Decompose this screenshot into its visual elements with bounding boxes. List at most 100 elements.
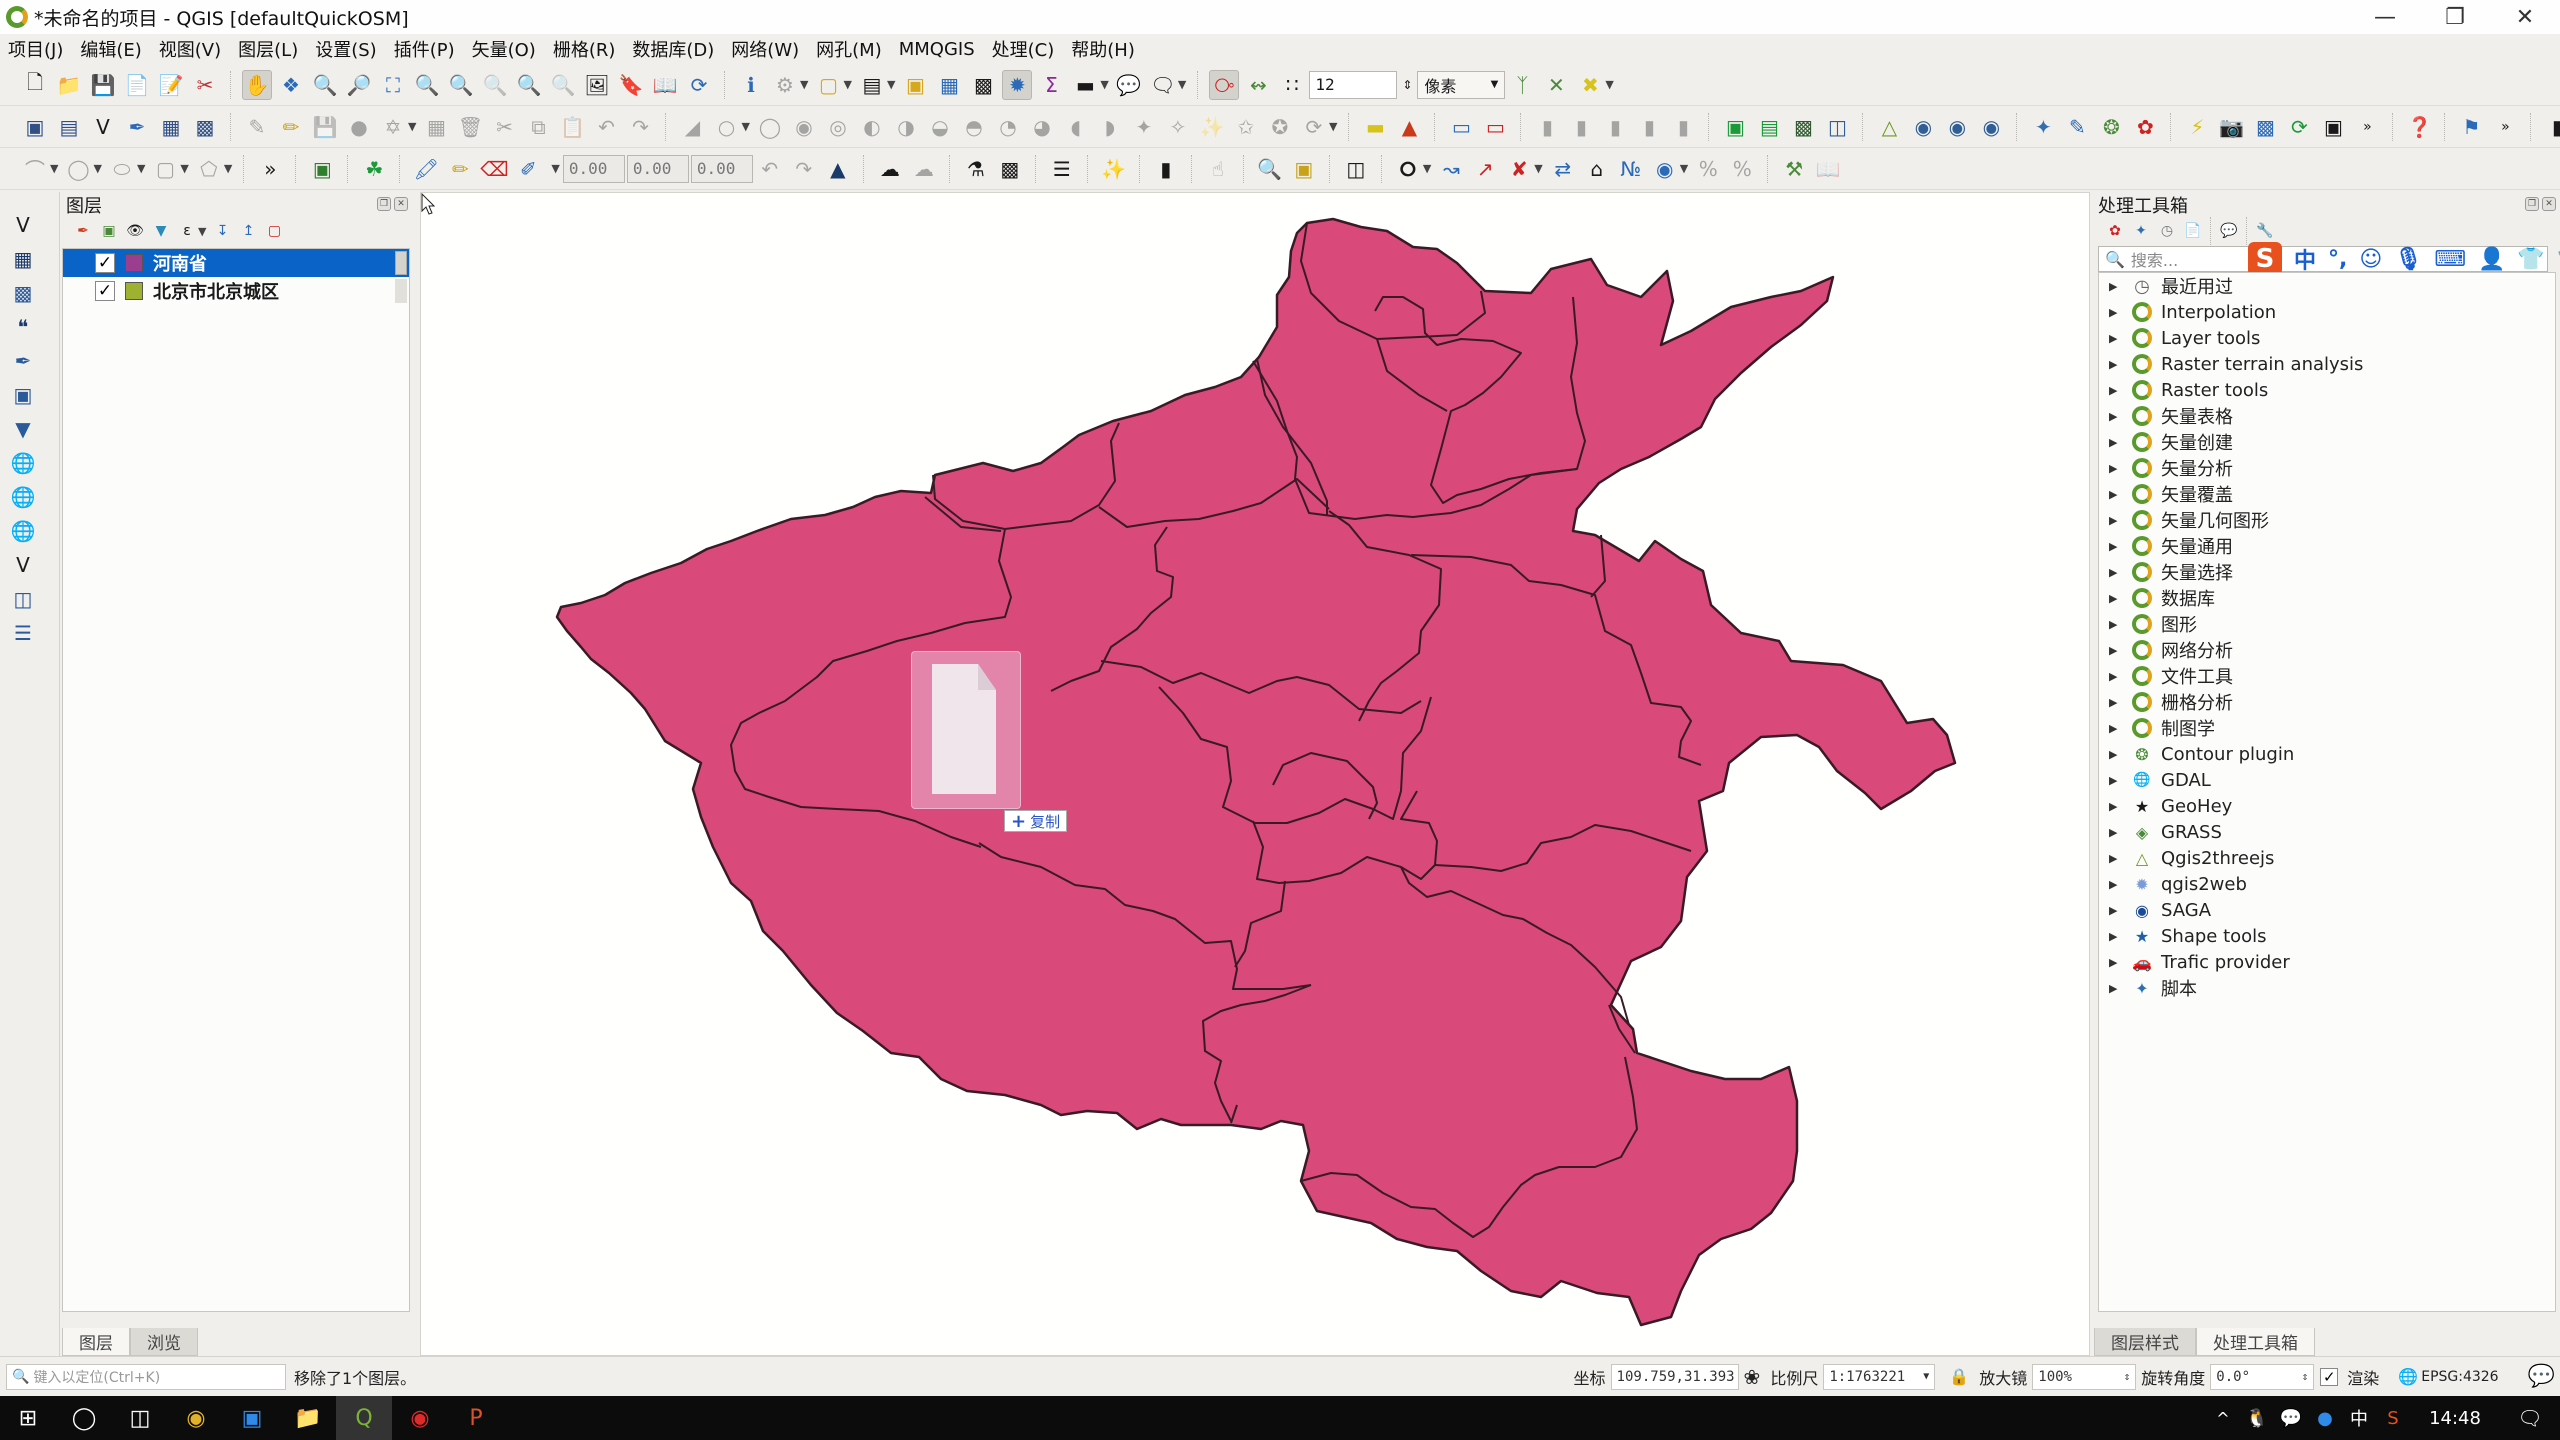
map-tips-icon[interactable]: 💬 (1114, 70, 1144, 100)
menu-help[interactable]: 帮助(H) (1071, 36, 1135, 62)
expand-arrow-icon[interactable]: ▶ (2109, 826, 2131, 839)
scale-feature-icon[interactable]: ✩ (1231, 112, 1261, 142)
delete-selected-icon[interactable]: 🗑 (455, 112, 485, 142)
vertex-tool-icon[interactable]: ✡ (378, 112, 408, 142)
statistical-summary-icon[interactable]: Σ (1036, 70, 1066, 100)
snapping-mode-icon[interactable]: ↭ (1243, 70, 1273, 100)
expand-arrow-icon[interactable]: ▶ (2109, 332, 2131, 345)
show-labels-icon[interactable]: ▭ (1446, 112, 1476, 142)
coordinate-input[interactable]: 109.759,31.393 (1610, 1363, 1739, 1390)
zoom-in-icon[interactable]: 🔍 (310, 70, 340, 100)
feather-tray-icon[interactable]: ● (2308, 1396, 2342, 1440)
zoom-last-icon[interactable]: 🔍 (514, 70, 544, 100)
merge-attributes-icon[interactable]: ◖ (1061, 112, 1091, 142)
open-layer-styling-icon[interactable]: ✒ (72, 220, 94, 242)
powerpoint-icon[interactable]: P (448, 1396, 504, 1440)
current-edits-icon[interactable]: ✎ (242, 112, 272, 142)
python-console-icon[interactable]: ✦ (2028, 112, 2058, 142)
expand-arrow-icon[interactable]: ▶ (2109, 904, 2131, 917)
new-temp-layer-icon[interactable]: ✒ (122, 112, 152, 142)
pin-diagram-icon[interactable]: ▮ (1634, 112, 1664, 142)
expand-arrow-icon[interactable]: ▶ (2109, 878, 2131, 891)
expand-arrow-icon[interactable]: ▶ (2109, 774, 2131, 787)
results-viewer-icon[interactable]: 📄 (2182, 220, 2204, 242)
deselect-all-icon[interactable]: ▣ (900, 70, 930, 100)
add-wcs-layer-icon[interactable]: 🌐 (8, 482, 38, 512)
snapping-intersection-icon[interactable]: ✕ (1541, 70, 1571, 100)
more-tools-icon[interactable]: » (2352, 112, 2382, 142)
magnifier-input[interactable]: 100% ⇕ (2032, 1363, 2137, 1390)
add-gpx-layer-icon[interactable]: ✒ (8, 346, 38, 376)
copy-features-icon[interactable]: ⧉ (523, 112, 553, 142)
new-spatialite-layer-icon[interactable]: ▦ (156, 112, 186, 142)
fill-ring-icon[interactable]: ◉ (789, 112, 819, 142)
redo-icon[interactable]: ↷ (625, 112, 655, 142)
add-rectangle-icon[interactable]: ▢ (150, 154, 180, 184)
layer-visibility-checkbox[interactable]: ✓ (95, 281, 115, 301)
rotation-input[interactable]: 0.0° ⇕ (2210, 1363, 2315, 1390)
add-circular-string-icon[interactable]: ⌒ (20, 154, 50, 184)
sogou-tray-icon[interactable]: S (2376, 1396, 2410, 1440)
locator-search-input[interactable]: 🔍 键入以定位(Ctrl+K) (6, 1363, 286, 1390)
menu-processing[interactable]: 处理(C) (992, 36, 1055, 62)
save-edits-icon[interactable]: 💾 (310, 112, 340, 142)
expand-arrow-icon[interactable]: ▶ (2109, 358, 2131, 371)
map-edit-icon[interactable]: ▣ (1289, 154, 1319, 184)
toolbox-item[interactable]: ▶ 栅格分析 (2099, 689, 2555, 715)
pick-color-icon[interactable]: 🖍 (411, 154, 441, 184)
barrel-icon[interactable]: ▮ (1151, 154, 1181, 184)
split-parts-icon[interactable]: ◔ (993, 112, 1023, 142)
layers-stack-icon[interactable]: ☰ (1047, 154, 1077, 184)
toolbox-item[interactable]: ▶ 网络分析 (2099, 637, 2555, 663)
toolbox-item[interactable]: ▶ 图形 (2099, 611, 2555, 637)
ime-chinese-mode-icon[interactable]: 中 (2294, 243, 2316, 275)
task-view-icon[interactable]: ◫ (112, 1396, 168, 1440)
hide-labels-icon[interactable]: ▭ (1480, 112, 1510, 142)
add-vector-layer-icon[interactable]: V (8, 210, 38, 240)
new-geopackage-layer-icon[interactable]: ▤ (54, 112, 84, 142)
fill-tool-icon[interactable]: ✐ (513, 154, 543, 184)
expand-arrow-icon[interactable]: ▶ (2109, 644, 2131, 657)
sync-icon[interactable]: ⟳ (2284, 112, 2314, 142)
expand-arrow-icon[interactable]: ▶ (2109, 410, 2131, 423)
attribute-table-icon[interactable]: ▦ (934, 70, 964, 100)
capture-icon[interactable]: ▣ (2318, 112, 2348, 142)
snap-tolerance-input[interactable]: 12 (1309, 70, 1398, 99)
add-mesh-icon[interactable]: ▩ (1788, 112, 1818, 142)
touch-tool-icon[interactable]: ☝ (1203, 154, 1233, 184)
paste-features-icon[interactable]: 📋 (557, 112, 587, 142)
rotate-y-input[interactable]: 0.00 (626, 154, 689, 183)
db-manager-icon[interactable]: ◫ (1822, 112, 1852, 142)
zoom-to-layer-icon[interactable]: 🔍 (446, 70, 476, 100)
pencil-icon[interactable]: ✏ (445, 154, 475, 184)
menu-settings[interactable]: 设置(S) (315, 36, 376, 62)
tab-layer-styling[interactable]: 图层样式 (2094, 1328, 2196, 1356)
expand-arrow-icon[interactable]: ▶ (2109, 748, 2131, 761)
processing-toolbox-icon[interactable]: ✹ (1002, 69, 1033, 100)
snap-unit-select[interactable]: 像素 ▼ (1417, 70, 1506, 99)
messages-icon[interactable]: 💬 (2528, 1364, 2555, 1389)
layer-tree-scrollbar[interactable] (395, 251, 407, 275)
options-icon[interactable]: 🔧 (2254, 220, 2276, 242)
restore-button[interactable]: ❐ (2420, 0, 2490, 34)
expand-arrow-icon[interactable]: ▶ (2109, 384, 2131, 397)
expand-arrow-icon[interactable]: ▶ (2109, 280, 2131, 293)
ime-keyboard-icon[interactable]: ⌨ (2434, 247, 2466, 272)
toolbox-item[interactable]: ▶ ✹ qgis2web (2099, 871, 2555, 897)
plugin-map-icon[interactable]: ✿ (2130, 112, 2160, 142)
lock-scale-icon[interactable]: 🔒 (1949, 1367, 1969, 1386)
render-checkbox[interactable]: ✓ (2320, 1367, 2339, 1386)
identify-features-icon[interactable]: ℹ (736, 70, 766, 100)
data-source-manager-icon[interactable]: ▣ (20, 112, 50, 142)
expand-arrow-icon[interactable]: ▶ (2109, 930, 2131, 943)
expand-arrow-icon[interactable]: ▶ (2109, 514, 2131, 527)
rotate-symbols-icon[interactable]: ◗ (1095, 112, 1125, 142)
toolbox-item[interactable]: ▶ 矢量分析 (2099, 455, 2555, 481)
crs-globe-icon[interactable]: 🌐 (2398, 1367, 2418, 1386)
label-tool-icon[interactable]: ▬ (1360, 112, 1390, 142)
henan-province-outline[interactable] (555, 217, 1957, 1327)
ime-user-icon[interactable]: 👤 (2478, 247, 2505, 272)
measure-line-icon[interactable]: ▬ (1070, 70, 1100, 100)
toolbox-item[interactable]: ▶ 矢量选择 (2099, 559, 2555, 585)
cut-features-icon[interactable]: ✂ (489, 112, 519, 142)
